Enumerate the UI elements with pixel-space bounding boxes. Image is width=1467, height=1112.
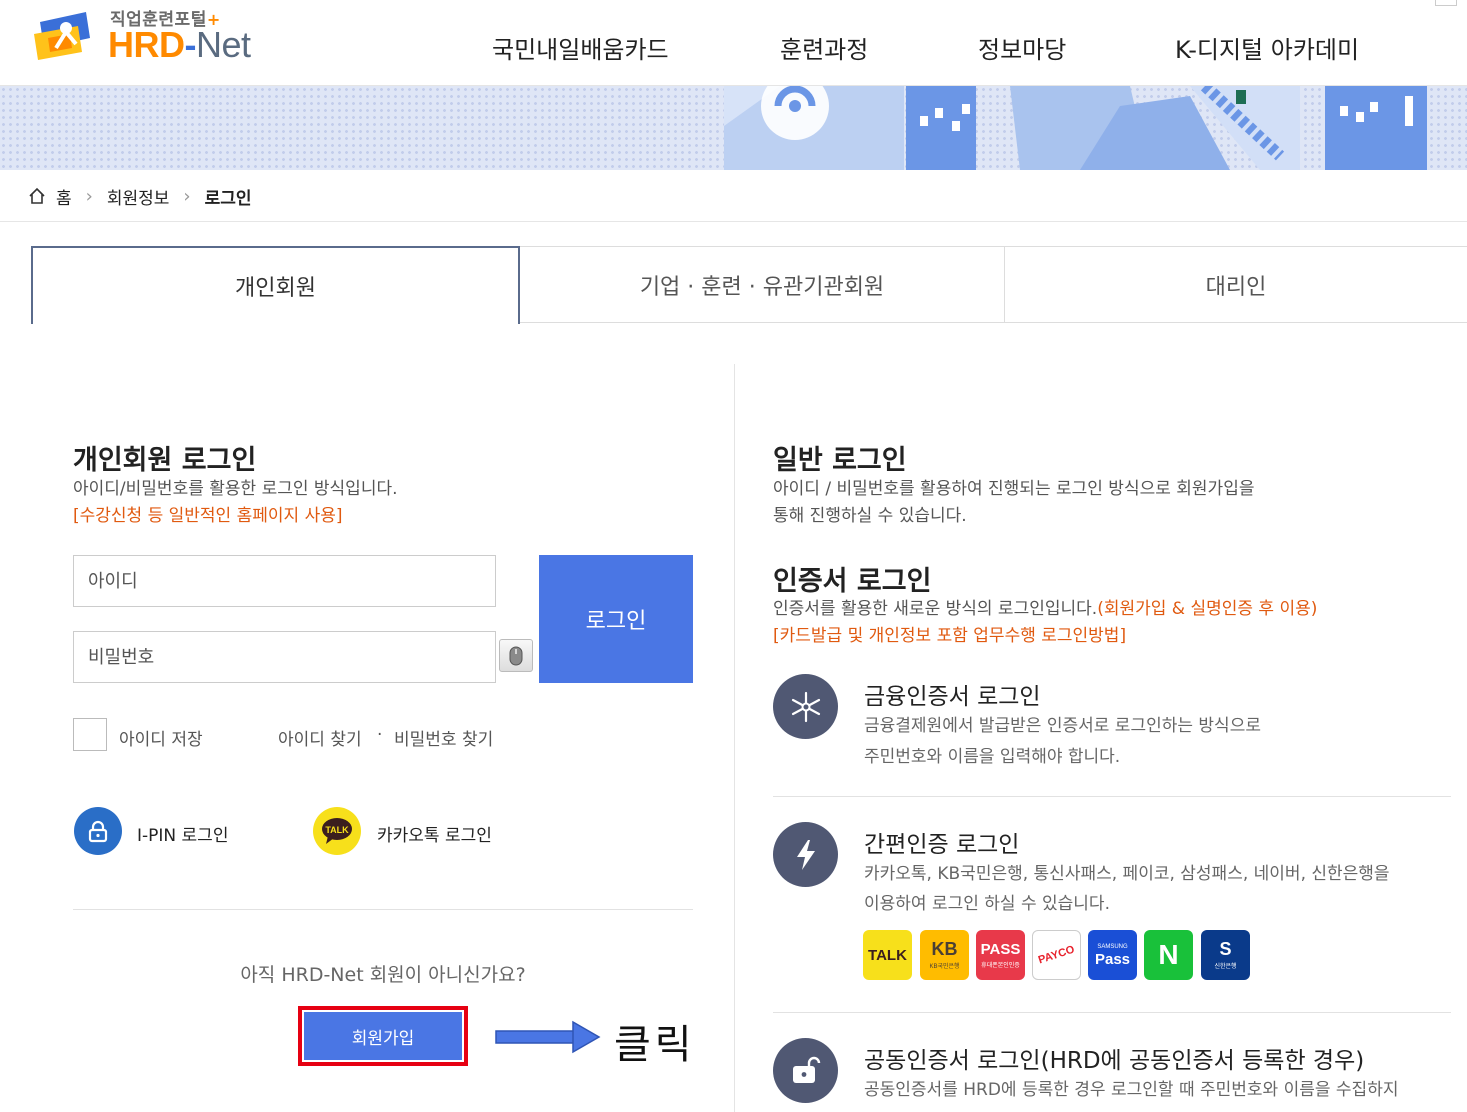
payco-provider-icon[interactable]: PAYCO	[1032, 930, 1081, 980]
naver-provider-icon[interactable]: N	[1144, 930, 1193, 980]
right-divider-2	[773, 1012, 1451, 1013]
breadcrumb-member-info[interactable]: 회원정보	[107, 184, 170, 209]
breadcrumb-divider	[0, 221, 1467, 222]
ipin-login-link[interactable]: I-PIN 로그인	[137, 821, 228, 846]
joint-cert-desc: 공동인증서를 HRD에 등록한 경우 로그인할 때 주민번호와 이름을 수집하지	[864, 1080, 1399, 1100]
site-header: 직업훈련포털+ HRD-Net 국민내일배움카드 훈련과정 정보마당 K-디지털…	[0, 0, 1467, 86]
kakao-login-link[interactable]: 카카오톡 로그인	[377, 821, 492, 846]
individual-login-title: 개인회원 로그인	[73, 445, 257, 476]
simple-auth-desc-2: 이용하여 로그인 하실 수 있습니다.	[864, 894, 1110, 914]
individual-login-note: [수강신청 등 일반적인 홈페이지 사용]	[73, 506, 343, 526]
nav-info[interactable]: 정보마당	[978, 30, 1066, 65]
svg-text:TALK: TALK	[325, 825, 349, 835]
samsung-pass-provider-icon[interactable]: SAMSUNG Pass	[1088, 930, 1137, 980]
individual-login-desc: 아이디/비밀번호를 활용한 로그인 방식입니다.	[73, 479, 398, 499]
banner-illustration	[724, 86, 1427, 170]
hrd-net-logo[interactable]: 직업훈련포털+ HRD-Net	[28, 2, 288, 72]
unlock-icon[interactable]	[773, 1038, 838, 1103]
chevron-right-icon: ›	[183, 185, 191, 207]
not-member-text: 아직 HRD-Net 회원이 아니신가요?	[240, 964, 526, 986]
general-login-title: 일반 로그인	[773, 445, 907, 476]
breadcrumb: 홈 › 회원정보 › 로그인	[28, 184, 252, 209]
top-banner	[0, 86, 1467, 170]
find-id-link[interactable]: 아이디 찾기	[278, 725, 362, 750]
simple-auth-desc-1: 카카오톡, KB국민은행, 통신사패스, 페이코, 삼성패스, 네이버, 신한은…	[864, 864, 1390, 884]
kakao-talk-icon[interactable]: TALK	[313, 807, 361, 855]
financial-cert-title[interactable]: 금융인증서 로그인	[864, 677, 1041, 711]
lock-icon[interactable]	[74, 807, 122, 855]
virtual-keyboard-button[interactable]	[499, 639, 533, 672]
panel-divider	[734, 364, 735, 1112]
tab-agent[interactable]: 대리인	[1005, 246, 1467, 323]
save-id-checkbox[interactable]	[73, 718, 107, 751]
utility-menu-edge	[1435, 0, 1457, 6]
find-password-link[interactable]: 비밀번호 찾기	[394, 725, 493, 750]
link-separator: ·	[377, 725, 383, 745]
join-highlight-box: 회원가입	[298, 1006, 468, 1066]
left-divider	[73, 909, 693, 910]
tab-individual[interactable]: 개인회원	[31, 246, 520, 324]
provider-sublabel: 휴대폰본인인증	[981, 962, 1020, 969]
simple-auth-title[interactable]: 간편인증 로그인	[864, 825, 1019, 859]
lightning-icon[interactable]	[773, 822, 838, 887]
financial-cert-desc-2: 주민번호와 이름을 입력해야 합니다.	[864, 747, 1121, 767]
provider-label: TALK	[868, 946, 907, 964]
chevron-right-icon: ›	[85, 185, 93, 207]
provider-label: N	[1158, 939, 1179, 970]
provider-sublabel: KB국민은행	[929, 964, 960, 970]
provider-sublabel: SAMSUNG	[1097, 943, 1128, 950]
joint-cert-title[interactable]: 공동인증서 로그인(HRD에 공동인증서 등록한 경우)	[864, 1041, 1364, 1075]
member-type-tabs: 개인회원 기업 · 훈련 · 유관기관회원 대리인	[31, 246, 1467, 324]
login-button[interactable]: 로그인	[539, 555, 693, 683]
password-input[interactable]	[73, 631, 496, 683]
financial-cert-icon[interactable]	[773, 674, 838, 739]
tab-corporate[interactable]: 기업 · 훈련 · 유관기관회원	[520, 246, 1005, 323]
provider-label: Pass	[1094, 950, 1131, 968]
save-id-label[interactable]: 아이디 저장	[119, 725, 203, 750]
provider-label: PASS	[980, 940, 1021, 958]
provider-label: KB	[931, 939, 958, 959]
join-button[interactable]: 회원가입	[304, 1012, 462, 1060]
home-icon[interactable]	[28, 187, 46, 205]
nav-national-card[interactable]: 국민내일배움카드	[492, 30, 669, 65]
kakao-provider-icon[interactable]: TALK	[863, 930, 912, 980]
cert-login-desc: 인증서를 활용한 새로운 방식의 로그인입니다.(회원가입 & 실명인증 후 이…	[773, 599, 1318, 619]
mouse-icon	[509, 646, 523, 665]
nav-training-course[interactable]: 훈련과정	[780, 30, 868, 65]
id-input[interactable]	[73, 555, 496, 607]
shinhan-provider-icon[interactable]: S 신한은행	[1201, 930, 1250, 980]
cert-login-title: 인증서 로그인	[773, 566, 932, 597]
general-login-desc-1: 아이디 / 비밀번호를 활용하여 진행되는 로그인 방식으로 회원가입을	[773, 479, 1255, 499]
breadcrumb-home[interactable]: 홈	[56, 184, 72, 209]
provider-label: S	[1219, 939, 1232, 959]
arrow-right-icon	[495, 1020, 601, 1054]
financial-cert-desc-1: 금융결제원에서 발급받은 인증서로 로그인하는 방식으로	[864, 716, 1261, 736]
logo-wordmark: HRD-Net	[108, 24, 251, 65]
breadcrumb-current: 로그인	[204, 188, 252, 209]
cert-login-note: [카드발급 및 개인정보 포함 업무수행 로그인방법]	[773, 626, 1127, 646]
provider-sublabel: 신한은행	[1214, 964, 1237, 970]
provider-label: PAYCO	[1036, 943, 1076, 966]
logo-mark-icon	[34, 12, 90, 60]
pass-provider-icon[interactable]: PASS 휴대폰본인인증	[976, 930, 1025, 980]
kb-provider-icon[interactable]: KB KB국민은행	[920, 930, 969, 980]
click-annotation: 클릭	[614, 1022, 696, 1068]
general-login-desc-2: 통해 진행하실 수 있습니다.	[773, 506, 967, 526]
nav-k-digital[interactable]: K-디지털 아카데미	[1175, 30, 1359, 65]
right-divider-1	[773, 796, 1451, 797]
